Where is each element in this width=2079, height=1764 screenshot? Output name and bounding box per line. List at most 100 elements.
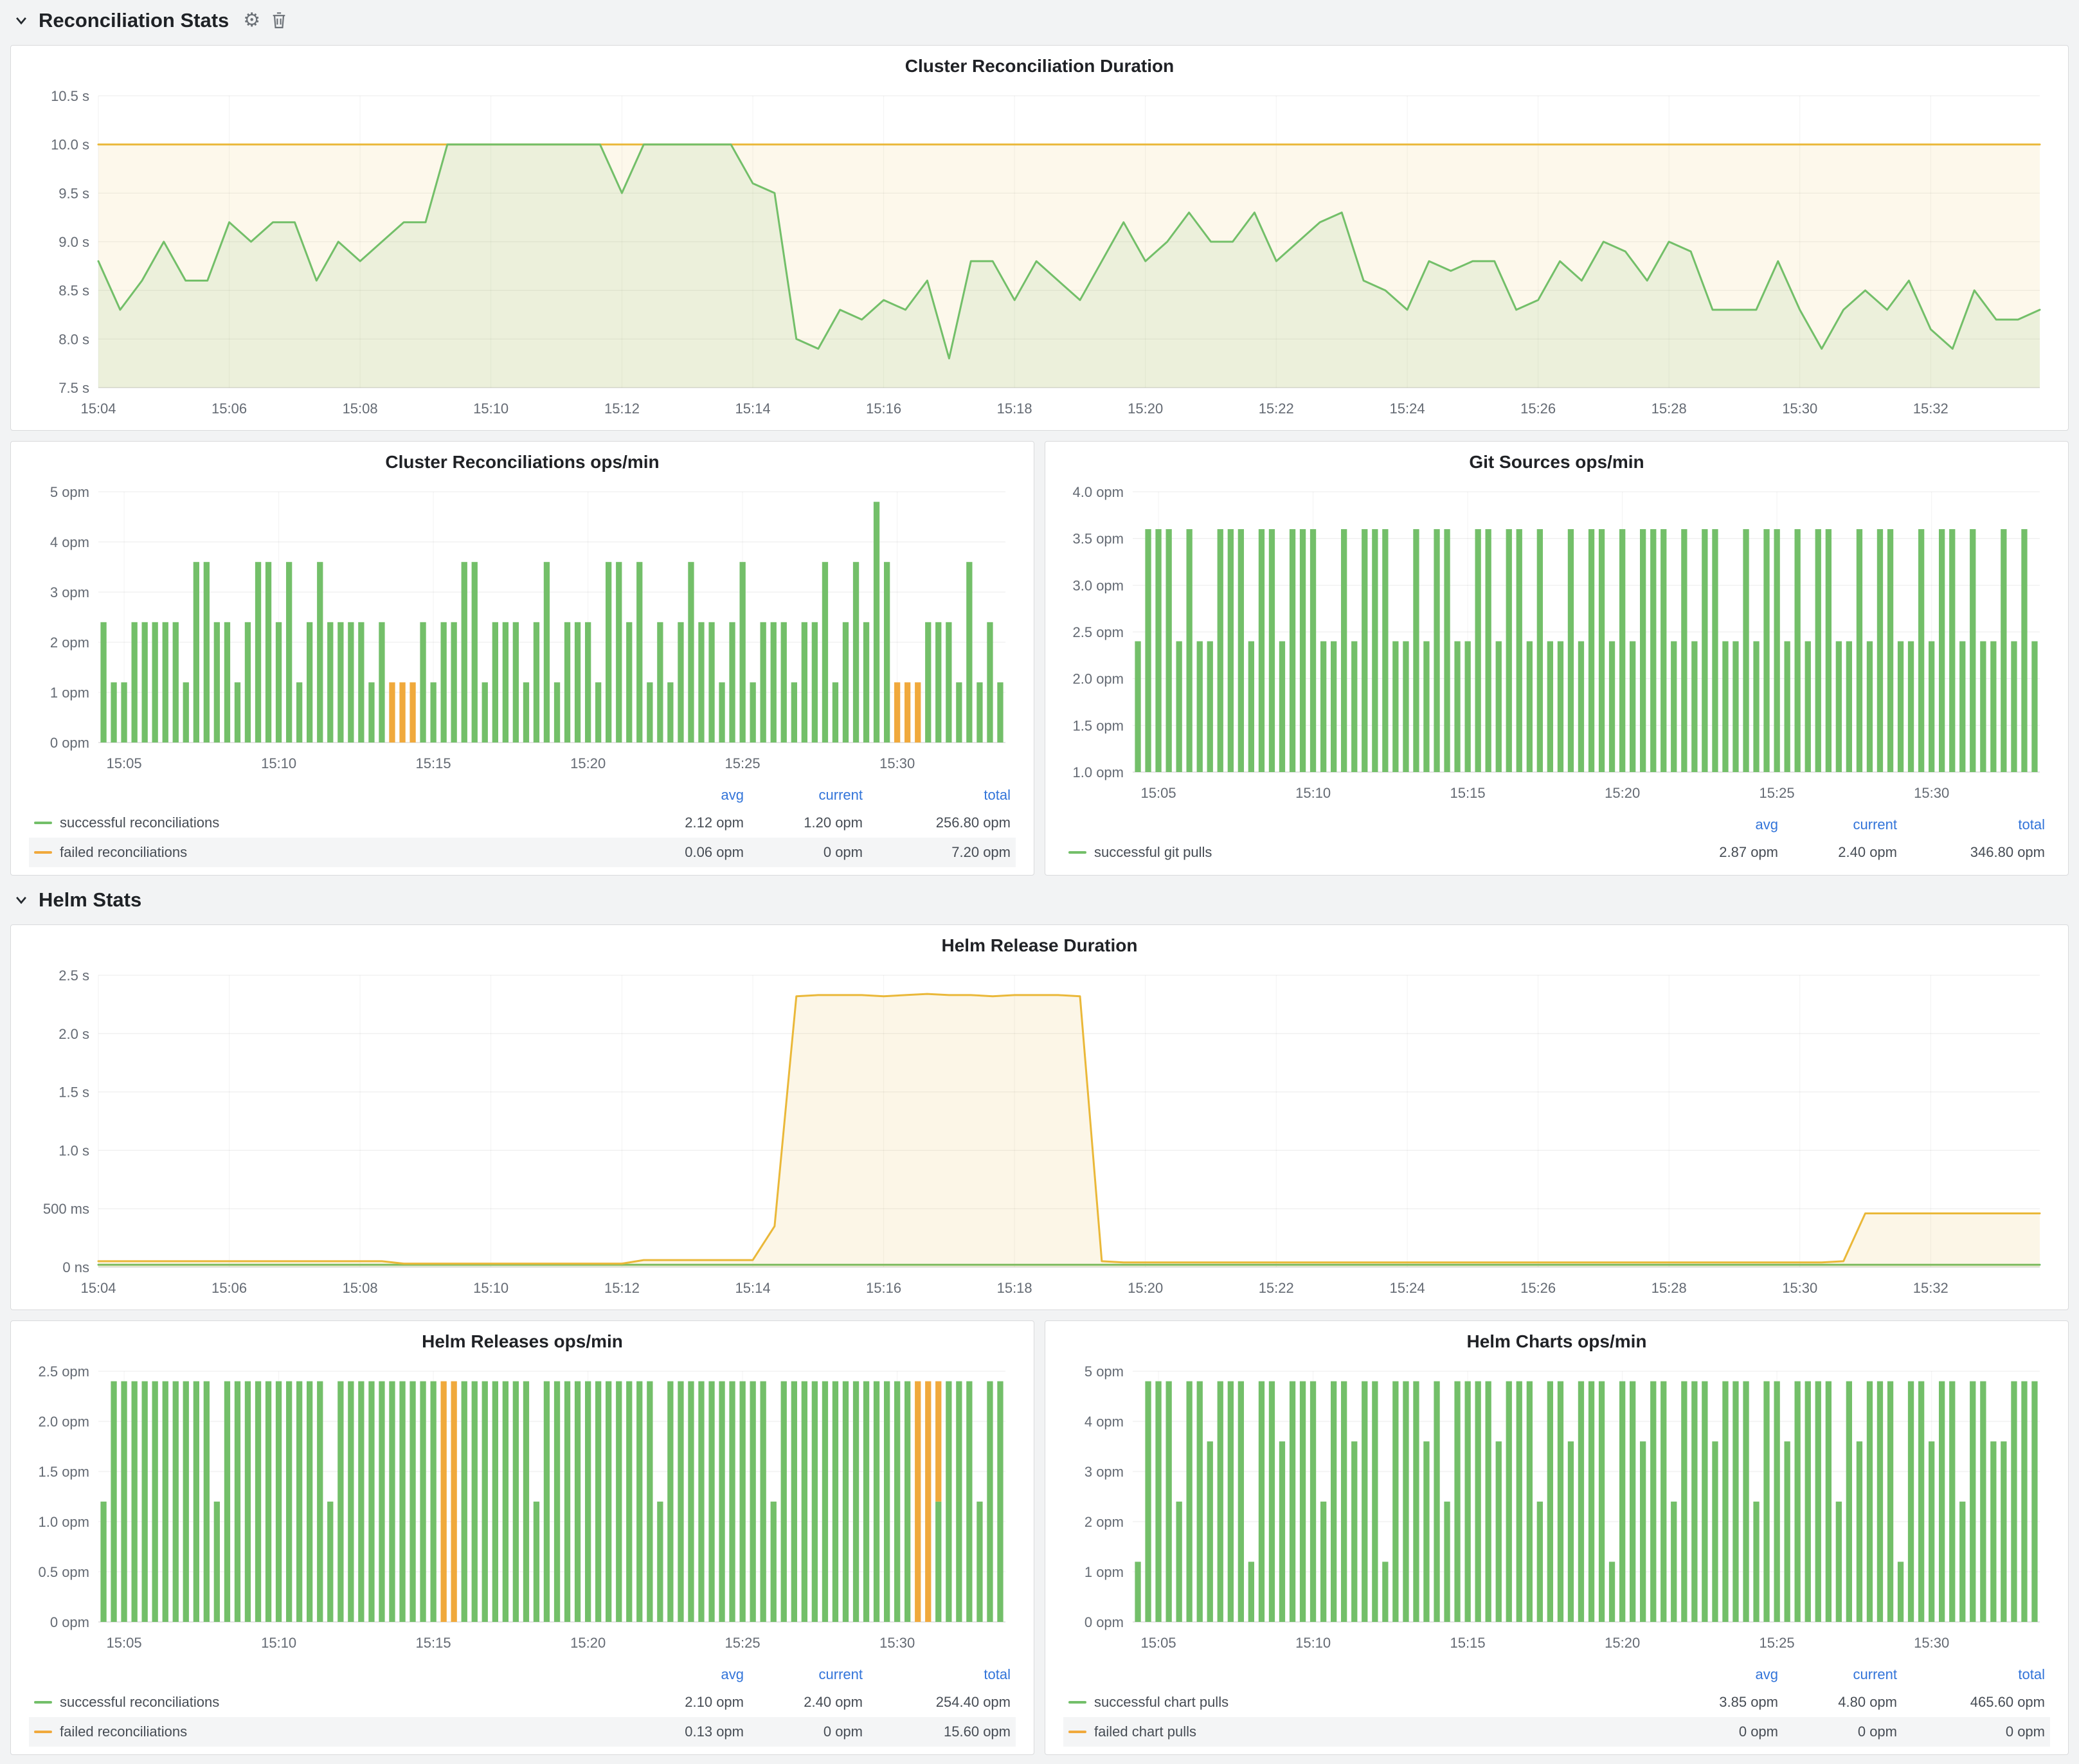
cluster-reconciliations-ops-chart[interactable]: 0 opm1 opm2 opm3 opm4 opm5 opm15:0515:10… [22,479,1022,779]
series-color-marker [34,1731,52,1733]
section-title: Helm Stats [39,888,141,912]
svg-text:1 opm: 1 opm [1084,1564,1124,1580]
grafana-dashboard: Reconciliation Stats ⚙ Cluster Reconcili… [0,0,2079,1764]
svg-text:15:25: 15:25 [725,755,760,771]
legend-series-name[interactable]: successful reconciliations [34,815,609,831]
svg-text:15:28: 15:28 [1652,1280,1687,1296]
svg-text:3.0 opm: 3.0 opm [1073,577,1124,593]
legend-col-avg[interactable]: avg [1643,1666,1778,1683]
panel-title[interactable]: Git Sources ops/min [1057,449,2056,479]
panel-title[interactable]: Helm Releases ops/min [22,1329,1022,1358]
legend-col-avg[interactable]: avg [609,787,744,804]
legend-col-current[interactable]: current [744,1666,863,1683]
svg-text:7.5 s: 7.5 s [59,380,89,396]
svg-text:0.5 opm: 0.5 opm [39,1564,90,1580]
svg-text:15:24: 15:24 [1390,1280,1425,1296]
legend-col-current[interactable]: current [1778,816,1897,833]
svg-text:15:10: 15:10 [261,755,296,771]
svg-text:4.0 opm: 4.0 opm [1073,484,1124,500]
legend-row: failed reconciliations0.13 opm0 opm15.60… [29,1717,1016,1747]
legend-col-avg[interactable]: avg [609,1666,744,1683]
section-reconciliation-stats[interactable]: Reconciliation Stats ⚙ [10,6,2069,35]
series-label: successful reconciliations [60,815,219,831]
svg-text:2 opm: 2 opm [1084,1514,1124,1530]
legend-col-total[interactable]: total [863,787,1011,804]
panel-title[interactable]: Helm Charts ops/min [1057,1329,2056,1358]
svg-text:10.5 s: 10.5 s [51,88,89,104]
helm-releases-ops-chart[interactable]: 0 opm0.5 opm1.0 opm1.5 opm2.0 opm2.5 opm… [22,1358,1022,1658]
svg-text:15:30: 15:30 [1782,1280,1817,1296]
panel-row-helm-ops: Helm Releases ops/min 0 opm0.5 opm1.0 op… [10,1320,2069,1755]
svg-text:0 opm: 0 opm [1084,1614,1124,1630]
helm-release-duration-chart[interactable]: 0 ns500 ms1.0 s1.5 s2.0 s2.5 s15:0415:06… [22,962,2056,1303]
svg-text:15:32: 15:32 [1913,1280,1949,1296]
svg-text:15:20: 15:20 [1128,1280,1163,1296]
helm-charts-ops-chart[interactable]: 0 opm1 opm2 opm3 opm4 opm5 opm15:0515:10… [1057,1358,2056,1658]
svg-text:15:05: 15:05 [107,755,142,771]
legend-col-total[interactable]: total [1897,816,2045,833]
legend-series-name[interactable]: failed reconciliations [34,844,609,861]
series-total-value: 7.20 opm [863,844,1011,861]
svg-text:15:10: 15:10 [1295,1635,1331,1651]
legend-col-total[interactable]: total [1897,1666,2045,1683]
series-color-marker [1068,1731,1086,1733]
legend-git-sources: avgcurrenttotal successful git pulls2.87 … [1057,808,2056,869]
svg-text:1.5 s: 1.5 s [59,1084,89,1101]
series-label: successful reconciliations [60,1694,219,1711]
svg-text:15:20: 15:20 [1128,401,1163,417]
svg-text:15:18: 15:18 [997,1280,1032,1296]
svg-text:15:30: 15:30 [1914,785,1949,801]
svg-text:15:26: 15:26 [1520,1280,1556,1296]
svg-text:15:25: 15:25 [1760,785,1795,801]
section-helm-stats[interactable]: Helm Stats [10,886,2069,914]
series-total-value: 465.60 opm [1897,1694,2045,1711]
panel-title[interactable]: Cluster Reconciliations ops/min [22,449,1022,479]
git-sources-ops-chart[interactable]: 1.0 opm1.5 opm2.0 opm2.5 opm3.0 opm3.5 o… [1057,479,2056,808]
svg-text:15:20: 15:20 [1605,1635,1640,1651]
trash-icon[interactable] [271,12,287,30]
svg-text:15:15: 15:15 [1450,1635,1486,1651]
legend-col-total[interactable]: total [863,1666,1011,1683]
svg-text:15:22: 15:22 [1259,1280,1294,1296]
legend-col-avg[interactable]: avg [1643,816,1778,833]
svg-text:5 opm: 5 opm [1084,1364,1124,1380]
svg-text:3.5 opm: 3.5 opm [1073,531,1124,547]
svg-text:9.0 s: 9.0 s [59,234,89,250]
svg-text:15:24: 15:24 [1390,401,1425,417]
legend-series-name[interactable]: successful reconciliations [34,1694,609,1711]
legend-series-name[interactable]: failed chart pulls [1068,1724,1643,1740]
panel-title[interactable]: Helm Release Duration [22,933,2056,962]
series-current-value: 2.40 opm [744,1694,863,1711]
panel-git-sources-ops: Git Sources ops/min 1.0 opm1.5 opm2.0 op… [1045,441,2069,876]
legend-row: failed chart pulls0 opm0 opm0 opm [1063,1717,2050,1747]
svg-text:2.0 s: 2.0 s [59,1026,89,1042]
series-current-value: 1.20 opm [744,815,863,831]
series-avg-value: 2.87 opm [1643,844,1778,861]
legend-col-current[interactable]: current [744,787,863,804]
gear-icon[interactable]: ⚙ [243,11,260,30]
panel-cluster-reconciliations-ops: Cluster Reconciliations ops/min 0 opm1 o… [10,441,1034,876]
chevron-down-icon [14,893,28,907]
series-total-value: 254.40 opm [863,1694,1011,1711]
series-label: failed reconciliations [60,1724,187,1740]
cluster-reconciliation-duration-chart[interactable]: 7.5 s8.0 s8.5 s9.0 s9.5 s10.0 s10.5 s15:… [22,83,2056,424]
svg-text:9.5 s: 9.5 s [59,185,89,201]
panel-title[interactable]: Cluster Reconciliation Duration [22,53,2056,83]
legend-helm-charts: avgcurrenttotalsuccessful chart pulls3.8… [1057,1658,2056,1748]
legend-series-name[interactable]: successful git pulls [1068,844,1643,861]
series-color-marker [34,851,52,854]
series-current-value: 0 opm [744,844,863,861]
legend-col-current[interactable]: current [1778,1666,1897,1683]
series-current-value: 0 opm [744,1724,863,1740]
series-label: failed chart pulls [1094,1724,1196,1740]
svg-text:0 opm: 0 opm [50,735,89,751]
svg-text:15:28: 15:28 [1652,401,1687,417]
svg-text:2.5 s: 2.5 s [59,968,89,984]
legend-series-name[interactable]: successful chart pulls [1068,1694,1643,1711]
series-color-marker [34,822,52,824]
legend-row: successful reconciliations2.12 opm1.20 o… [29,808,1016,838]
svg-text:3 opm: 3 opm [50,584,89,600]
svg-text:8.0 s: 8.0 s [59,331,89,347]
legend-series-name[interactable]: failed reconciliations [34,1724,609,1740]
svg-text:15:10: 15:10 [261,1635,296,1651]
